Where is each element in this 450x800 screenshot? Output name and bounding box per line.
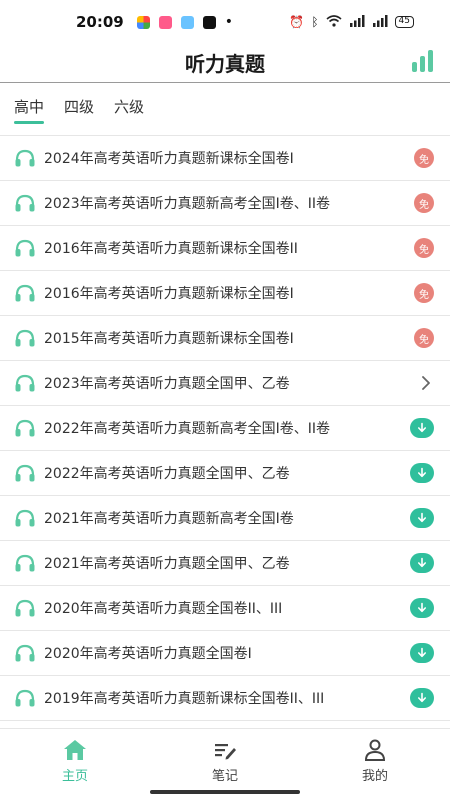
tab-cet4[interactable]: 四级: [64, 96, 94, 122]
free-badge: 免: [414, 328, 434, 348]
home-icon: [64, 740, 86, 760]
chevron-right-icon[interactable]: [418, 375, 434, 391]
headphones-icon: [15, 329, 35, 347]
notes-icon: [215, 744, 236, 760]
headphones-icon: [15, 509, 35, 527]
profile-icon: [364, 739, 386, 761]
download-icon[interactable]: [410, 463, 434, 483]
download-icon[interactable]: [410, 418, 434, 438]
tiktok-icon: [202, 15, 216, 29]
nav-home-label: 主页: [61, 769, 88, 784]
free-badge: 免: [414, 238, 434, 258]
wifi-icon: [326, 14, 342, 30]
headphones-icon: [15, 194, 35, 212]
download-icon[interactable]: [410, 553, 434, 573]
nav-notes-label: 笔记: [211, 769, 238, 784]
app-notification-icon: [180, 15, 194, 29]
tab-cet6[interactable]: 六级: [114, 96, 144, 122]
free-badge: 免: [414, 283, 434, 303]
status-dot: •: [224, 14, 234, 30]
list-item-title: 2021年高考英语听力真题新高考全国I卷: [44, 511, 294, 527]
list-item-title: 2024年高考英语听力真题新课标全国卷I: [44, 151, 294, 167]
list-item[interactable]: 2015年高考英语听力真题新课标全国卷I 免: [0, 316, 450, 361]
headphones-icon: [15, 419, 35, 437]
list-item[interactable]: 2020年高考英语听力真题全国卷I: [0, 631, 450, 676]
list-item[interactable]: 2022年高考英语听力真题新高考全国I卷、II卷: [0, 406, 450, 451]
status-bar: 20:09 • ⏰ ᛒ 45: [0, 0, 450, 44]
free-badge: 免: [414, 193, 434, 213]
list-item-title: 2015年高考英语听力真题新课标全国卷I: [44, 331, 294, 347]
list-item[interactable]: 2022年高考英语听力真题全国甲、乙卷: [0, 451, 450, 496]
tab-high-school[interactable]: 高中: [14, 96, 45, 124]
list-item[interactable]: 2016年高考英语听力真题新课标全国卷II 免: [0, 226, 450, 271]
list-item[interactable]: 2021年高考英语听力真题全国甲、乙卷: [0, 541, 450, 586]
header: 听力真题: [0, 44, 450, 82]
status-time: 20:09: [76, 13, 124, 31]
header-divider: [0, 82, 450, 83]
list-item[interactable]: 2021年高考英语听力真题新高考全国I卷: [0, 496, 450, 541]
exam-list: 2024年高考英语听力真题新课标全国卷I 免 2023年高考英语听力真题新高考全国I…: [0, 135, 450, 721]
list-item[interactable]: 2023年高考英语听力真题全国甲、乙卷: [0, 361, 450, 406]
download-icon[interactable]: [410, 688, 434, 708]
status-left: 20:09 •: [76, 13, 233, 31]
page-title: 听力真题: [185, 52, 265, 76]
gesture-bar[interactable]: [150, 790, 300, 794]
headphones-icon: [15, 644, 35, 662]
list-item[interactable]: 2019年高考英语听力真题新课标全国卷II、III: [0, 676, 450, 721]
list-item-title: 2023年高考英语听力真题新高考全国I卷、II卷: [44, 196, 331, 212]
headphones-icon: [15, 239, 35, 257]
headphones-icon: [15, 149, 35, 167]
level-tabs: 高中 四级 六级: [14, 96, 144, 124]
list-item[interactable]: 2024年高考英语听力真题新课标全国卷I 免: [0, 136, 450, 181]
bluetooth-icon: ᛒ: [311, 15, 319, 29]
list-item-title: 2020年高考英语听力真题全国卷II、III: [44, 601, 283, 617]
download-icon[interactable]: [410, 598, 434, 618]
list-item-title: 2016年高考英语听力真题新课标全国卷II: [44, 241, 298, 257]
app-notification-icon: [136, 15, 150, 29]
list-item-title: 2016年高考英语听力真题新课标全国卷I: [44, 286, 294, 302]
list-item-title: 2019年高考英语听力真题新课标全国卷II、III: [44, 691, 325, 707]
headphones-icon: [15, 554, 35, 572]
list-item-title: 2021年高考英语听力真题全国甲、乙卷: [44, 556, 290, 572]
list-item-title: 2022年高考英语听力真题新高考全国I卷、II卷: [44, 421, 331, 437]
download-icon[interactable]: [410, 643, 434, 663]
headphones-icon: [15, 599, 35, 617]
alarm-icon: ⏰: [289, 15, 305, 29]
headphones-icon: [15, 689, 35, 707]
nav-home[interactable]: 主页: [0, 729, 150, 800]
headphones-icon: [15, 374, 35, 392]
headphones-icon: [15, 464, 35, 482]
list-item-title: 2022年高考英语听力真题全国甲、乙卷: [44, 466, 290, 482]
nav-profile[interactable]: 我的: [300, 729, 450, 800]
list-item-title: 2020年高考英语听力真题全国卷I: [44, 646, 252, 662]
headphones-icon: [15, 284, 35, 302]
list-item[interactable]: 2016年高考英语听力真题新课标全国卷I 免: [0, 271, 450, 316]
nav-profile-label: 我的: [361, 769, 388, 784]
list-item-title: 2023年高考英语听力真题全国甲、乙卷: [44, 376, 290, 392]
signal-icon: [372, 14, 388, 30]
app-notification-icon: [158, 15, 172, 29]
list-item[interactable]: 2020年高考英语听力真题全国卷II、III: [0, 586, 450, 631]
battery-icon: 45: [394, 16, 414, 28]
stats-chart-icon[interactable]: [412, 48, 436, 72]
status-right: ⏰ ᛒ 45: [289, 14, 414, 30]
signal-icon: [349, 14, 365, 30]
list-item[interactable]: 2023年高考英语听力真题新高考全国I卷、II卷 免: [0, 181, 450, 226]
free-badge: 免: [414, 148, 434, 168]
download-icon[interactable]: [410, 508, 434, 528]
